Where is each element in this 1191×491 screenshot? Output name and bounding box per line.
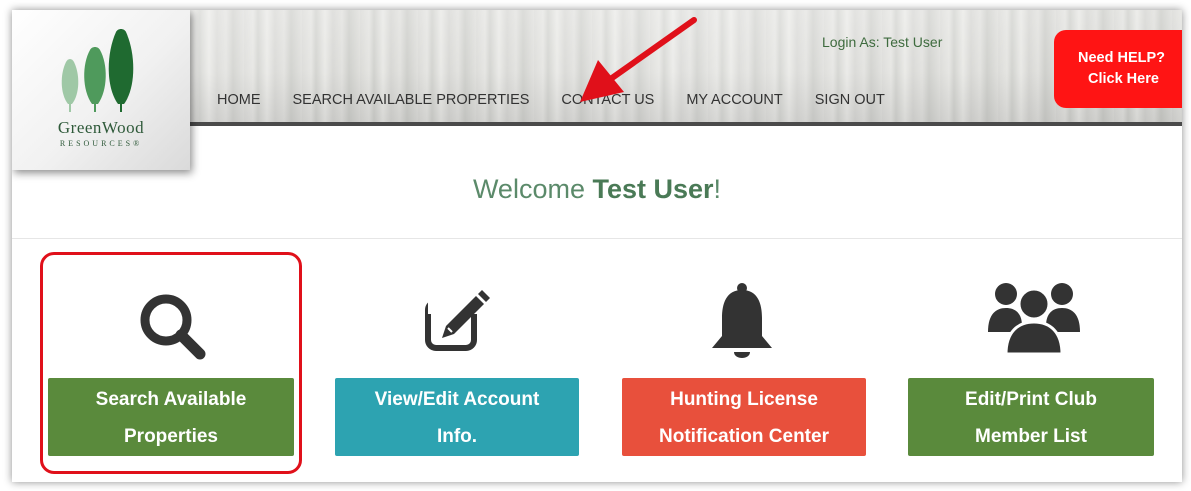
annotation-highlight-box [40,252,302,474]
login-as-label: Login As: Test User [822,34,943,50]
logo-subtitle: RESOURCES® [59,139,143,148]
welcome-message: Welcome Test User! [12,174,1182,205]
bell-icon [712,283,772,358]
main-nav: HOME SEARCH AVAILABLE PROPERTIES CONTACT… [217,92,917,108]
nav-home[interactable]: HOME [217,92,261,108]
welcome-prefix: Welcome [472,174,593,204]
edit-print-club-member-list-button[interactable]: Edit/Print Club Member List [908,378,1154,456]
tile-label-line1: Edit/Print Club [965,389,1097,410]
view-edit-account-button[interactable]: View/Edit Account Info. [335,378,579,456]
nav-sign-out[interactable]: SIGN OUT [815,92,885,108]
logo-name: GreenWood [57,118,145,137]
section-divider [12,238,1182,239]
tile-label-line2: Info. [436,426,478,447]
need-help-button[interactable]: Need HELP? Click Here [1054,30,1182,108]
tile-label-line2: Member List [975,426,1087,447]
trees-logo-icon [61,29,134,112]
nav-search-available-properties[interactable]: SEARCH AVAILABLE PROPERTIES [293,92,530,108]
browser-screen: GreenWood RESOURCES® Login As: Test User… [12,10,1182,482]
edit-icon [425,284,490,351]
users-icon [988,283,1080,356]
tile-label-line1: Hunting License [670,389,818,410]
annotation-arrow-icon [580,17,697,102]
site-logo[interactable]: GreenWood RESOURCES® [12,10,190,170]
help-line-2: Click Here [1088,71,1159,87]
tile-label-line1: View/Edit Account [374,389,540,410]
welcome-suffix: ! [713,174,722,204]
tile-label-line2: Notification Center [659,426,829,447]
hunting-license-notification-button[interactable]: Hunting License Notification Center [622,378,866,456]
welcome-user-name: Test User [592,174,714,204]
help-line-1: Need HELP? [1078,50,1166,66]
